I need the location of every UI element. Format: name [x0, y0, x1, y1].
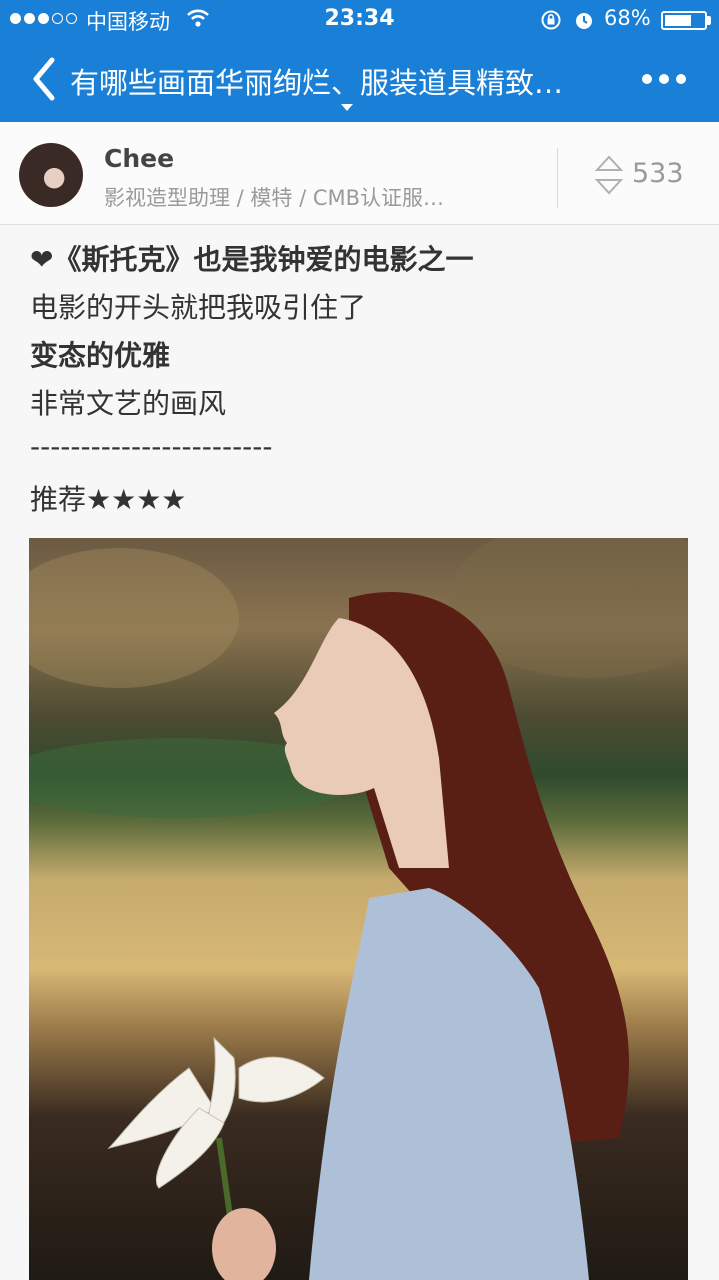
top-bar: 中国移动 23:34 68% 有哪些画面华丽绚烂、服装道具精致…	[0, 0, 719, 122]
vote-arrows-icon[interactable]	[594, 154, 624, 196]
battery-percent: 68%	[604, 6, 651, 30]
avatar[interactable]	[19, 143, 83, 207]
alarm-icon	[576, 13, 592, 29]
author-bio: 影视造型助理 / 模特 / CMB认证服…	[104, 186, 445, 210]
answer-rating-line: 推荐★★★★	[30, 483, 187, 516]
answer-photo[interactable]	[29, 538, 688, 1280]
divider	[557, 148, 558, 208]
chevron-left-icon[interactable]	[28, 56, 60, 102]
battery-tip	[707, 16, 711, 25]
answer-line-3: 变态的优雅	[30, 339, 171, 372]
answer-line-1: ❤《斯托克》也是我钟爱的电影之一	[30, 243, 474, 276]
photo-illustration	[29, 538, 688, 1280]
orientation-lock-icon	[541, 10, 561, 30]
answer-line-2: 电影的开头就把我吸引住了	[30, 291, 367, 324]
author-bar: Chee 影视造型助理 / 模特 / CMB认证服… 533	[0, 122, 719, 225]
answer-line-4: 非常文艺的画风	[30, 387, 227, 420]
status-bar: 中国移动 23:34 68%	[0, 0, 719, 40]
nav-bar: 有哪些画面华丽绚烂、服装道具精致…	[0, 40, 719, 122]
vote-count[interactable]: 533	[632, 158, 684, 189]
answer-divider-line: ------------------------	[30, 430, 273, 463]
battery-level-fill	[665, 15, 691, 26]
more-dots-icon[interactable]	[642, 74, 686, 84]
caret-down-icon[interactable]	[341, 104, 353, 111]
author-name[interactable]: Chee	[104, 144, 174, 173]
question-title[interactable]: 有哪些画面华丽绚烂、服装道具精致…	[70, 60, 630, 102]
battery-icon	[661, 11, 707, 30]
